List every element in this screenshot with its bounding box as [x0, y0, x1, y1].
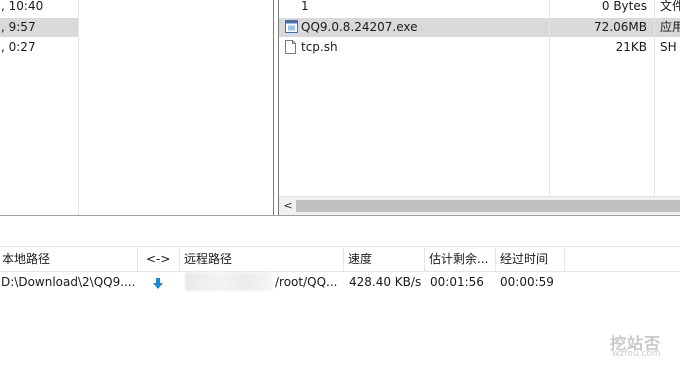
scroll-left-icon[interactable]: < [281, 199, 295, 213]
file-name: 1 [301, 0, 309, 13]
transfer-remote-path: /root/QQ... [275, 275, 338, 289]
remote-file-row[interactable]: QQ9.0.8.24207.exe 72.06MB 应用 [279, 18, 680, 37]
transfer-queue-header: 本地路径 <-> 远程路径 速度 估计剩余... 经过时间 [0, 246, 680, 272]
local-file-row[interactable]: , 0:27 [0, 38, 79, 57]
transfer-elapsed: 00:00:59 [500, 275, 554, 289]
transfer-speed: 428.40 KB/s [349, 275, 422, 289]
horizontal-scrollbar[interactable]: < [279, 196, 680, 215]
transfer-queue-row[interactable]: D:\Download\2\QQ9.... /root/QQ... 428.40… [0, 271, 680, 293]
local-file-row[interactable]: , 9:57 [0, 18, 79, 37]
column-header-remote-path[interactable]: 远程路径 [182, 247, 344, 271]
local-file-date: , 0:27 [1, 40, 36, 54]
watermark-domain: wzfou.com [612, 349, 661, 359]
file-icon [285, 40, 296, 54]
column-divider[interactable] [654, 0, 655, 196]
download-arrow-icon [152, 275, 166, 289]
column-header-local-path[interactable]: 本地路径 [0, 247, 138, 271]
file-name: QQ9.0.8.24207.exe [301, 20, 418, 34]
transfer-remaining: 00:01:56 [430, 275, 484, 289]
column-divider[interactable] [78, 0, 79, 215]
column-divider[interactable] [549, 0, 550, 196]
scrollbar-thumb[interactable] [296, 200, 680, 212]
remote-file-row[interactable]: 1 0 Bytes 文件 [279, 0, 680, 16]
transfer-local-path: D:\Download\2\QQ9.... [1, 275, 136, 289]
remote-file-pane: 1 0 Bytes 文件 QQ9.0.8.24207.exe 72.06MB 应… [278, 0, 680, 215]
file-size: 0 Bytes [601, 0, 647, 13]
file-type: SH 文 [660, 40, 680, 54]
divider [0, 215, 680, 216]
remote-file-row[interactable]: tcp.sh 21KB SH 文 [279, 38, 680, 57]
exe-file-icon [285, 20, 298, 34]
local-file-pane: , 10:40 , 9:57 , 0:27 [0, 0, 274, 215]
column-header-remaining[interactable]: 估计剩余... [427, 247, 496, 271]
column-header-speed[interactable]: 速度 [346, 247, 425, 271]
file-type: 文件 [660, 0, 680, 13]
column-header-elapsed[interactable]: 经过时间 [498, 247, 565, 271]
file-size: 21KB [615, 40, 647, 54]
file-type: 应用 [660, 20, 680, 34]
file-size: 72.06MB [594, 20, 647, 34]
file-name: tcp.sh [301, 40, 338, 54]
column-header-direction[interactable]: <-> [140, 247, 180, 271]
local-file-date: , 9:57 [1, 20, 36, 34]
local-file-date: , 10:40 [1, 0, 44, 13]
local-file-row[interactable]: , 10:40 [0, 0, 79, 16]
